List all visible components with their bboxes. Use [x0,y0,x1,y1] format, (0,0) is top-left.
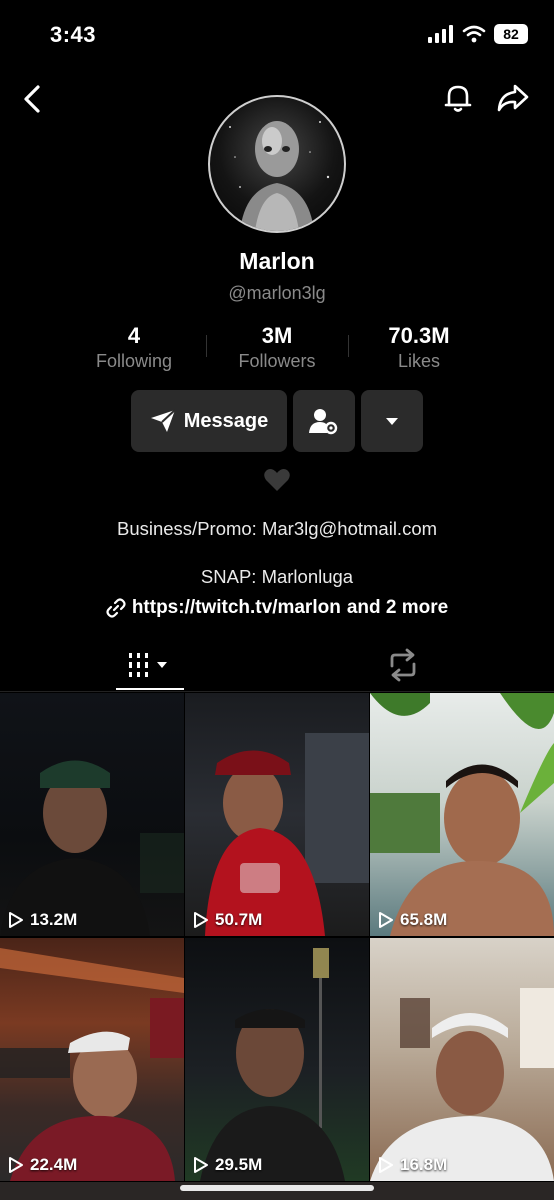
bio-line-business: Business/Promo: Mar3lg@hotmail.com [116,518,438,539]
repost-icon [390,648,416,682]
play-icon [9,912,23,928]
stat-following[interactable]: 4 Following [64,323,204,372]
status-icons: 82 [428,24,528,44]
play-icon [379,1157,393,1173]
video-thumbnail [205,733,369,936]
bio-link[interactable]: https://twitch.tv/marlon and 2 more [0,597,554,619]
home-indicator[interactable] [180,1185,374,1191]
view-count: 65.8M [378,910,447,930]
video-tile[interactable]: 16.8M [370,938,554,1181]
video-tile[interactable]: 13.2M [0,693,184,936]
view-count: 29.5M [193,1155,262,1175]
view-count: 16.8M [378,1155,447,1175]
video-thumbnail [370,693,554,936]
video-thumbnail [370,988,554,1181]
following-count: 4 [127,323,141,348]
followers-count: 3M [261,323,293,348]
avatar[interactable] [208,95,346,233]
more-options-button[interactable] [361,390,423,452]
tab-reposts[interactable] [385,648,421,682]
status-time: 3:43 [50,22,97,47]
display-name: Marlon [239,248,315,274]
avatar-image [229,121,330,231]
video-tile[interactable]: 22.4M [0,938,184,1181]
status-bar: 3:43 82 [0,0,554,70]
signal-icon [428,25,453,43]
video-tile[interactable]: 65.8M [370,693,554,936]
message-label: Message [183,409,269,432]
back-button[interactable] [18,82,48,116]
username-handle: @marlon3lg [228,283,326,303]
share-icon [497,84,529,112]
video-thumbnail [0,948,184,1181]
following-label: Following [95,351,173,371]
paper-plane-icon [150,409,176,432]
battery-indicator: 82 [494,24,528,44]
play-icon [194,912,208,928]
video-tile[interactable]: 50.7M [185,693,369,936]
play-icon [194,1157,208,1173]
user-gear-icon [309,409,338,435]
bio-line-snap: SNAP: Marlonluga [200,566,354,587]
friend-settings-button[interactable] [293,390,355,452]
black-heart-icon [264,469,290,491]
wifi-icon [462,25,486,43]
video-thumbnail [0,760,184,936]
video-thumbnail [200,948,345,1181]
stat-followers[interactable]: 3M Followers [207,323,347,372]
stat-likes[interactable]: 70.3M Likes [349,323,489,372]
caret-down-icon [386,418,398,425]
video-tile[interactable]: 29.5M [185,938,369,1181]
play-icon [379,912,393,928]
notifications-button[interactable] [440,80,476,116]
play-icon [9,1157,23,1173]
bell-icon [444,85,472,112]
share-button[interactable] [494,80,532,116]
link-icon [106,598,126,618]
link-url[interactable]: https://twitch.tv/marlon [132,597,341,619]
likes-count: 70.3M [388,323,450,348]
message-button[interactable]: Message [131,390,287,452]
followers-label: Followers [238,351,316,371]
grid-icon [129,653,167,677]
tab-videos[interactable] [116,640,184,690]
chevron-left-icon [24,85,40,113]
link-more[interactable]: and 2 more [347,597,448,619]
profile-stats: 4 Following 3M Followers 70.3M Likes [0,323,554,373]
tab-indicator [116,688,184,690]
likes-label: Likes [397,351,441,371]
view-count: 22.4M [8,1155,77,1175]
content-tabs [0,640,554,692]
view-count: 13.2M [8,910,77,930]
view-count: 50.7M [193,910,262,930]
